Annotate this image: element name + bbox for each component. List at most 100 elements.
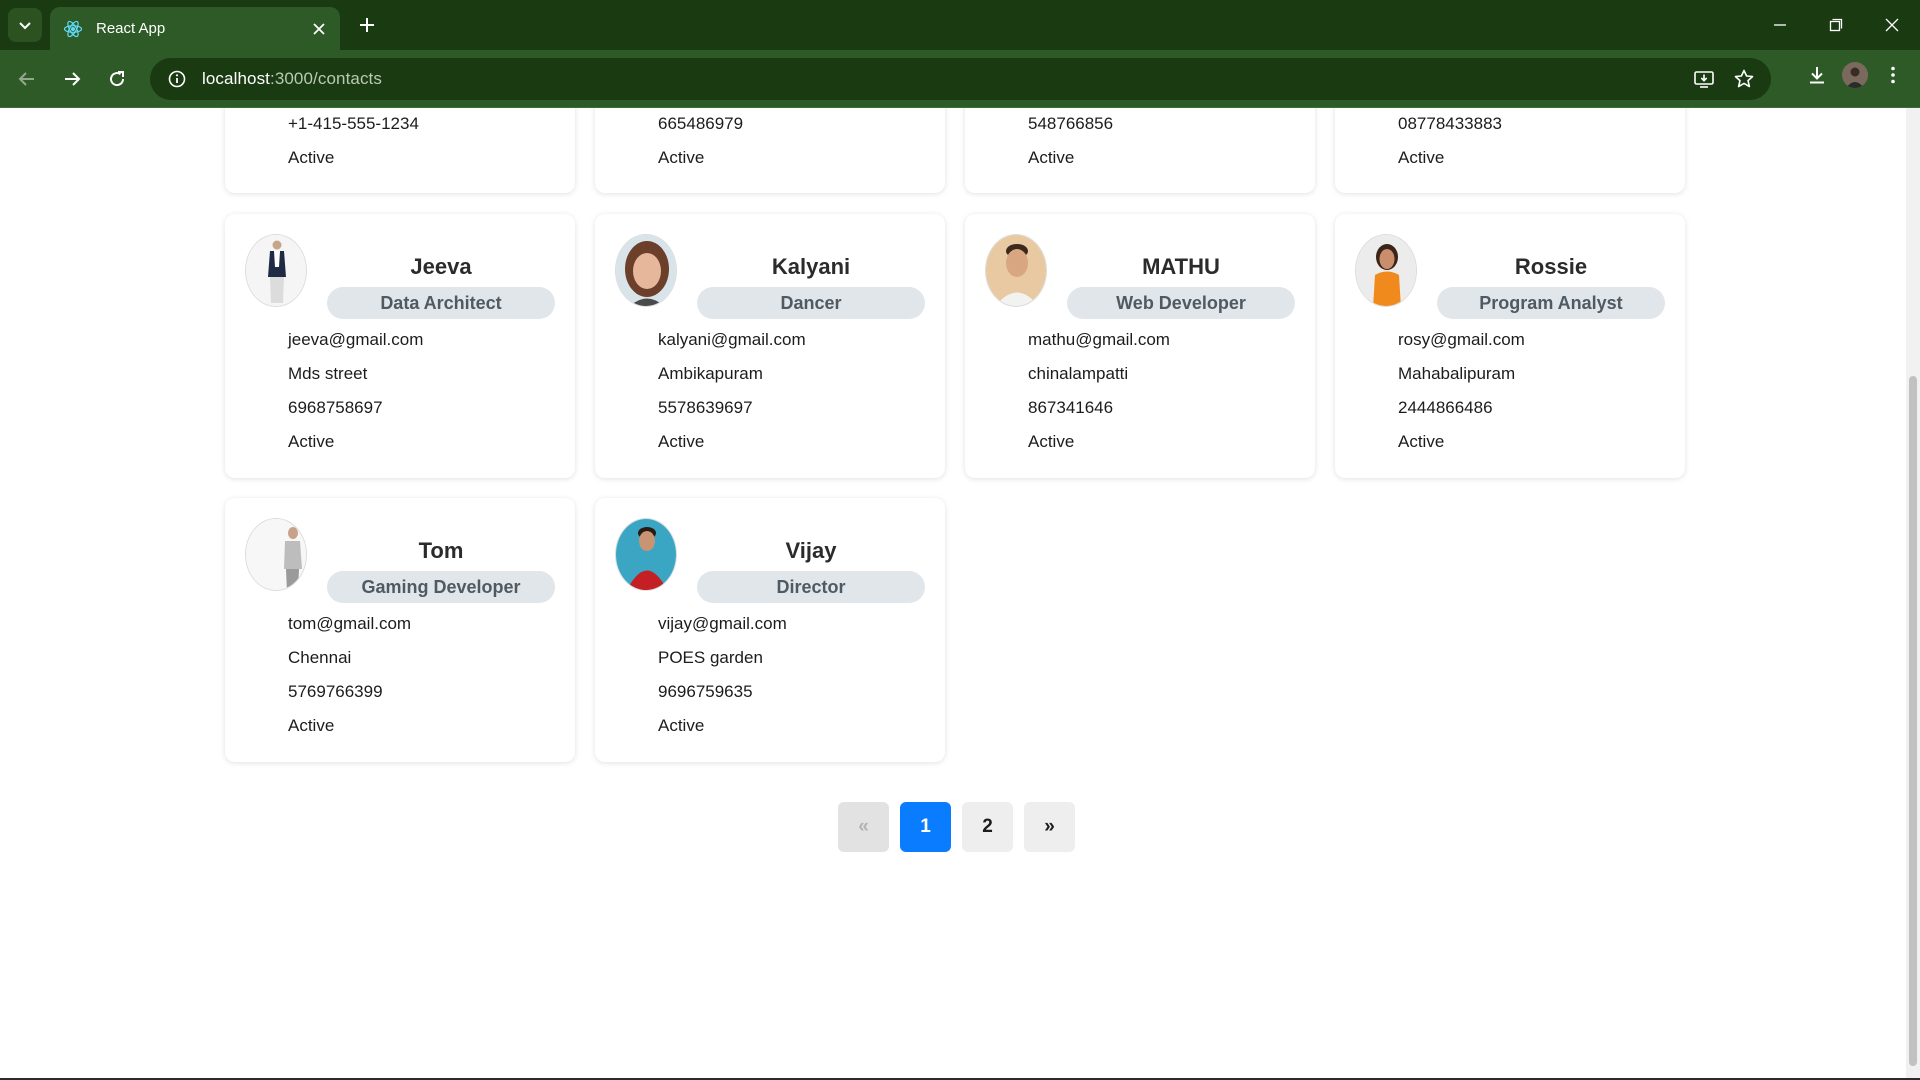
contact-status: Active xyxy=(658,432,705,451)
contact-status: Active xyxy=(288,148,335,167)
contact-phone: 5578639697 xyxy=(658,398,753,417)
browser-toolbar: localhost:3000/contacts xyxy=(0,50,1920,108)
contact-photo xyxy=(245,518,307,591)
forward-icon[interactable] xyxy=(55,62,89,96)
contact-name: Rossie xyxy=(1514,254,1588,279)
contact-address: Ambikapuram xyxy=(658,364,763,383)
contact-email: kalyani@gmail.com xyxy=(658,330,806,349)
contact-role-badge: Data Architect xyxy=(327,287,555,319)
contact-card[interactable]: Vijay Director vijay@gmail.com POES gard… xyxy=(595,498,945,762)
contact-photo xyxy=(615,518,677,591)
contact-phone: 9696759635 xyxy=(658,682,753,701)
profile-avatar-icon[interactable] xyxy=(1842,62,1868,88)
contact-photo xyxy=(985,234,1047,307)
chevron-down-icon xyxy=(19,22,31,30)
contact-card-partial: 08778433883 Active xyxy=(1335,108,1685,193)
contact-status: Active xyxy=(288,716,335,735)
url-path: :3000/contacts xyxy=(270,69,382,88)
card-header: MATHU Web Developer xyxy=(985,234,1295,319)
card-header: Jeeva Data Architect xyxy=(245,234,555,319)
contact-address: Chennai xyxy=(288,648,352,667)
contact-address: chinalampatti xyxy=(1028,364,1129,383)
contact-role-badge: Web Developer xyxy=(1067,287,1295,319)
react-icon xyxy=(62,18,84,40)
contact-status: Active xyxy=(658,716,705,735)
back-icon[interactable] xyxy=(10,62,44,96)
contact-card[interactable]: Rossie Program Analyst rosy@gmail.com Ma… xyxy=(1335,214,1685,478)
contact-phone: 2444866486 xyxy=(1398,398,1493,417)
reload-icon[interactable] xyxy=(100,62,134,96)
download-icon[interactable] xyxy=(1804,62,1830,88)
contact-card[interactable]: Jeeva Data Architect jeeva@gmail.com Mds… xyxy=(225,214,575,478)
card-header: Kalyani Dancer xyxy=(615,234,925,319)
contact-phone: +1-415-555-1234 xyxy=(288,114,419,133)
close-window-icon[interactable] xyxy=(1864,0,1920,50)
contact-email: mathu@gmail.com xyxy=(1028,330,1170,349)
contact-phone: 665486979 xyxy=(658,114,744,133)
contact-phone: 6968758697 xyxy=(288,398,383,417)
contact-role-badge: Program Analyst xyxy=(1437,287,1665,319)
contact-name: Jeeva xyxy=(410,254,472,279)
contact-address: Mds street xyxy=(288,364,368,383)
bookmark-star-icon[interactable] xyxy=(1731,66,1757,92)
contact-name: Tom xyxy=(418,538,464,563)
tab-close-icon[interactable] xyxy=(308,18,330,40)
contact-card[interactable]: Kalyani Dancer kalyani@gmail.com Ambikap… xyxy=(595,214,945,478)
contact-phone: 5769766399 xyxy=(288,682,383,701)
page-button-2[interactable]: 2 xyxy=(962,802,1013,852)
browser-tabstrip: React App xyxy=(0,0,1920,50)
contact-status: Active xyxy=(1028,148,1075,167)
contact-role-badge: Director xyxy=(697,571,925,603)
card-header: Tom Gaming Developer xyxy=(245,518,555,603)
contact-name: Kalyani xyxy=(771,254,851,279)
url-text: localhost:3000/contacts xyxy=(202,69,382,89)
restore-icon[interactable] xyxy=(1808,0,1864,50)
contact-photo xyxy=(245,234,307,307)
contact-card-partial: +1-415-555-1234 Active xyxy=(225,108,575,193)
contact-status: Active xyxy=(658,148,705,167)
page-scrollbar[interactable] xyxy=(1906,108,1920,1078)
contact-role-badge: Gaming Developer xyxy=(327,571,555,603)
contact-address: Mahabalipuram xyxy=(1398,364,1516,383)
install-app-icon[interactable] xyxy=(1691,66,1717,92)
contact-email: tom@gmail.com xyxy=(288,614,412,633)
window-controls xyxy=(1752,0,1920,50)
tab-search-button[interactable] xyxy=(8,8,42,42)
contact-card[interactable]: Tom Gaming Developer tom@gmail.com Chenn… xyxy=(225,498,575,762)
contact-status: Active xyxy=(1398,148,1445,167)
scrollbar-thumb[interactable] xyxy=(1909,376,1917,1066)
toolbar-right xyxy=(1804,62,1906,88)
contact-role-badge: Dancer xyxy=(697,287,925,319)
contact-phone: 08778433883 xyxy=(1398,114,1503,133)
site-info-icon[interactable] xyxy=(164,66,190,92)
contact-card-partial: 548766856 Active xyxy=(965,108,1315,193)
page-button-1[interactable]: 1 xyxy=(900,802,951,852)
contact-name: MATHU xyxy=(1142,254,1220,279)
prev-page-button[interactable]: « xyxy=(838,802,889,852)
contact-card[interactable]: MATHU Web Developer mathu@gmail.com chin… xyxy=(965,214,1315,478)
pagination: « 1 2 » xyxy=(838,802,1075,852)
contact-phone: 548766856 xyxy=(1028,114,1114,133)
contact-status: Active xyxy=(1028,432,1075,451)
new-tab-icon[interactable] xyxy=(352,10,382,40)
contact-card-partial: 665486979 Active xyxy=(595,108,945,193)
contact-email: rosy@gmail.com xyxy=(1398,330,1525,349)
contact-phone: 867341646 xyxy=(1028,398,1114,417)
browser-tab[interactable]: React App xyxy=(50,7,340,50)
card-header: Rossie Program Analyst xyxy=(1355,234,1665,319)
contact-email: vijay@gmail.com xyxy=(658,614,787,633)
page-viewport: +1-415-555-1234 Active 665486979 Active … xyxy=(0,108,1906,1078)
contact-name: Vijay xyxy=(785,538,837,563)
tab-title: React App xyxy=(96,20,166,37)
contact-photo xyxy=(1355,234,1417,307)
contact-address: POES garden xyxy=(658,648,763,667)
contact-status: Active xyxy=(288,432,335,451)
url-host: localhost xyxy=(202,69,270,88)
card-header: Vijay Director xyxy=(615,518,925,603)
address-bar[interactable]: localhost:3000/contacts xyxy=(150,58,1771,100)
minimize-icon[interactable] xyxy=(1752,0,1808,50)
contact-photo xyxy=(615,234,677,307)
more-menu-icon[interactable] xyxy=(1880,62,1906,88)
next-page-button[interactable]: » xyxy=(1024,802,1075,852)
contact-email: jeeva@gmail.com xyxy=(288,330,424,349)
